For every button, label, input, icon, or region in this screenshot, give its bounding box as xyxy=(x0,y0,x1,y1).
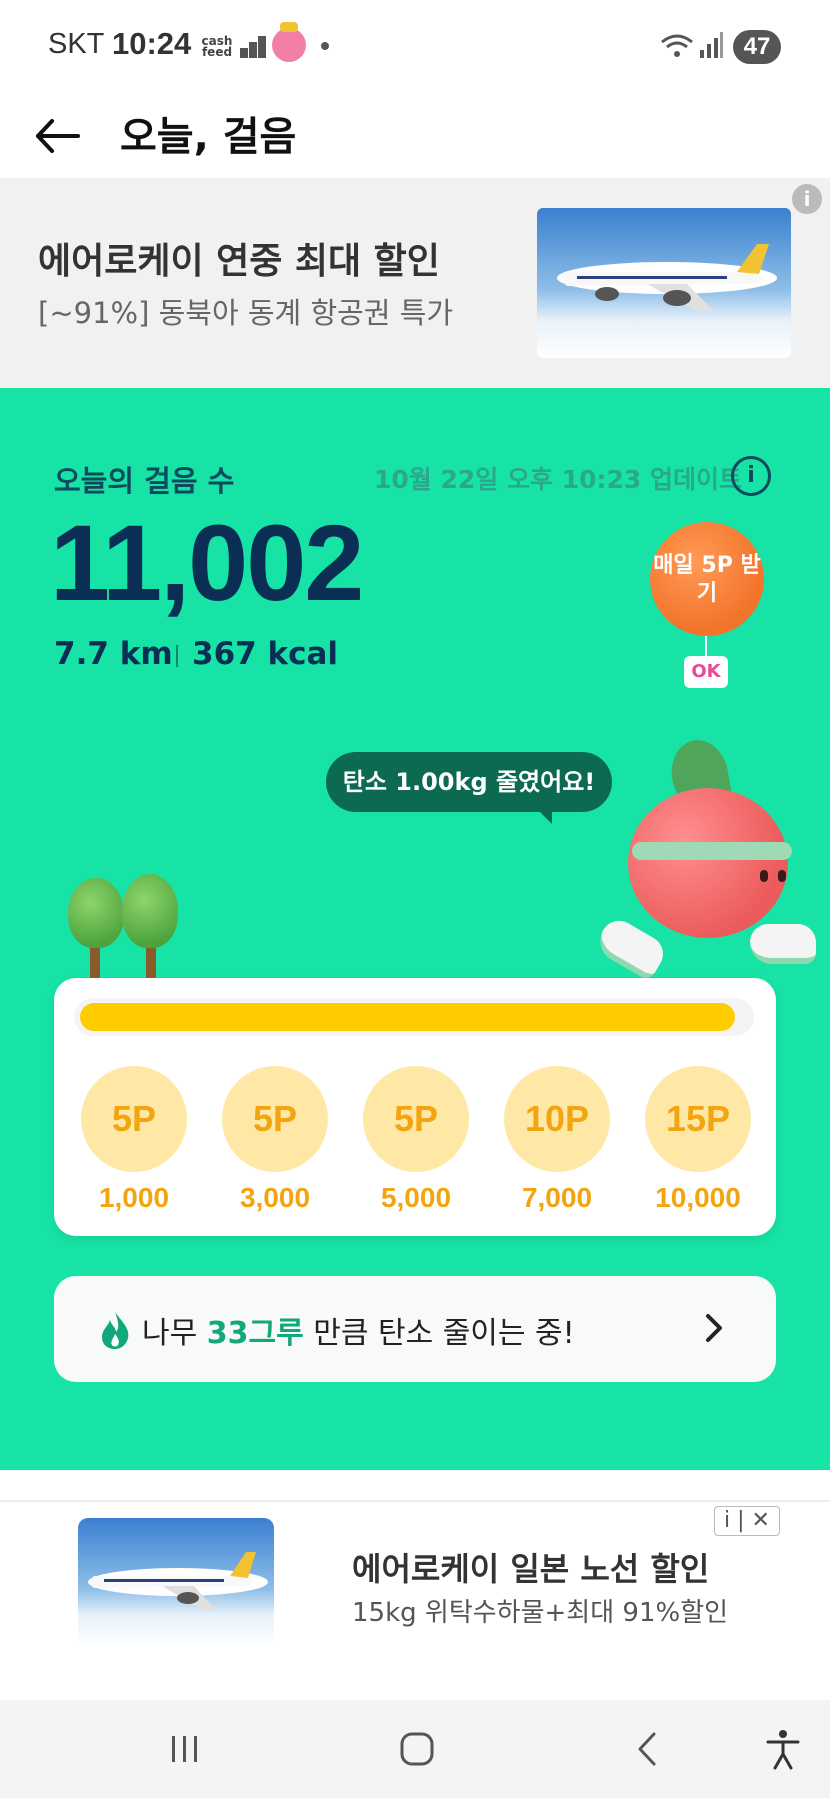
steps-label: 오늘의 걸음 수 xyxy=(54,464,235,498)
ad-title[interactable]: 에어로케이 연중 최대 할인 xyxy=(38,232,440,284)
airplane-illustration xyxy=(557,244,777,312)
top-ad-banner[interactable]: 에어로케이 연중 최대 할인 [~91%] 동북아 동계 항공권 특가 i xyxy=(0,178,830,388)
ok-cashbag-logo: OK xyxy=(684,656,728,688)
system-nav-bar xyxy=(0,1700,830,1798)
reward-points[interactable]: 10P xyxy=(504,1066,610,1172)
daily-points-balloon[interactable]: 매일 5P 받기 xyxy=(650,522,764,636)
tomato-mascot xyxy=(628,788,788,938)
piggy-notification-icon xyxy=(272,22,306,62)
reward-milestone[interactable]: 10P 7,000 xyxy=(503,1066,611,1214)
mascot-eye xyxy=(760,870,768,882)
steps-progress-fill xyxy=(80,1003,735,1031)
calories-value: 367 kcal xyxy=(192,636,339,672)
carbon-prefix: 나무 xyxy=(142,1316,207,1351)
reward-points[interactable]: 5P xyxy=(81,1066,187,1172)
carbon-speech-bubble: 탄소 1.00kg 줄였어요! xyxy=(326,752,612,812)
reward-steps-threshold: 1,000 xyxy=(98,1182,170,1213)
mascot-shoe xyxy=(750,924,816,964)
airplane-ad-image[interactable] xyxy=(537,208,791,358)
reward-steps-threshold: 3,000 xyxy=(239,1182,311,1213)
carbon-suffix: 만큼 탄소 줄이는 중! xyxy=(303,1316,575,1351)
recent-apps-icon[interactable] xyxy=(160,1724,210,1774)
ad-subtitle[interactable]: 15kg 위탁수하물+최대 91%할인 xyxy=(352,1592,728,1629)
bottom-ad-banner[interactable]: 에어로케이 일본 노선 할인 15kg 위탁수하물+최대 91%할인 i | ✕ xyxy=(0,1500,830,1700)
accessibility-icon[interactable] xyxy=(758,1724,808,1774)
steps-count: 11,002 xyxy=(50,502,364,623)
distance-value: 7.7 km xyxy=(54,636,173,672)
clock: 10:24 xyxy=(112,26,192,61)
steps-notification-icon xyxy=(240,36,266,58)
rewards-card: 5P 1,000 5P 3,000 5P 5,000 10P 7,000 15P 10,000 xyxy=(54,978,776,1236)
carbon-tree-text: 나무 33그루 만큼 탄소 줄이는 중! xyxy=(142,1308,575,1352)
status-bar: SKT 10:24 cash feed 47 xyxy=(0,0,830,92)
mascot-shoe xyxy=(592,914,670,982)
mascot-headband xyxy=(632,842,792,860)
reward-points[interactable]: 15P xyxy=(645,1066,751,1172)
back-arrow-icon[interactable] xyxy=(30,106,90,166)
reward-milestone[interactable]: 5P 1,000 xyxy=(80,1066,188,1214)
balloon-string xyxy=(705,636,707,658)
airplane-illustration xyxy=(88,1552,268,1610)
carbon-tree-card[interactable]: 나무 33그루 만큼 탄소 줄이는 중! xyxy=(54,1276,776,1382)
stat-divider xyxy=(176,645,178,667)
wifi-icon xyxy=(661,34,693,57)
tree-illustration xyxy=(68,874,178,978)
cashfeed-notification-icon: cash feed xyxy=(201,34,233,59)
reward-milestone[interactable]: 5P 3,000 xyxy=(221,1066,329,1214)
fire-icon xyxy=(102,1312,129,1349)
page-title: 오늘, 걸음 xyxy=(120,114,297,160)
chevron-right-icon[interactable] xyxy=(702,1308,728,1348)
back-nav-icon[interactable] xyxy=(624,1724,674,1774)
reward-steps-threshold: 7,000 xyxy=(521,1182,593,1213)
home-icon[interactable] xyxy=(392,1724,442,1774)
tree-count: 33그루 xyxy=(206,1316,304,1351)
info-icon[interactable]: i xyxy=(731,456,771,496)
mascot-eye xyxy=(778,870,786,882)
ad-title[interactable]: 에어로케이 일본 노선 할인 xyxy=(352,1544,709,1590)
ad-info-icon[interactable]: i xyxy=(792,184,822,214)
ad-subtitle[interactable]: [~91%] 동북아 동계 항공권 특가 xyxy=(38,290,453,332)
battery-indicator: 47 xyxy=(733,30,781,64)
speech-bubble-tail xyxy=(536,808,552,824)
more-notifications-dot xyxy=(321,42,329,50)
signal-icon xyxy=(700,32,723,58)
airplane-ad-image[interactable] xyxy=(78,1518,274,1648)
reward-points[interactable]: 5P xyxy=(363,1066,469,1172)
app-header: 오늘, 걸음 xyxy=(0,92,830,180)
reward-points[interactable]: 5P xyxy=(222,1066,328,1172)
steps-panel: 오늘의 걸음 수 10월 22일 오후 10:23 업데이트 i 11,002 … xyxy=(0,388,830,1470)
update-timestamp: 10월 22일 오후 10:23 업데이트 xyxy=(374,465,742,494)
reward-milestone[interactable]: 5P 5,000 xyxy=(362,1066,470,1214)
steps-progress-bar xyxy=(74,998,754,1036)
carrier-label: SKT xyxy=(48,28,105,60)
reward-milestone[interactable]: 15P 10,000 xyxy=(644,1066,752,1214)
reward-steps-threshold: 10,000 xyxy=(655,1182,741,1213)
ad-close-button[interactable]: i | ✕ xyxy=(714,1506,780,1536)
reward-steps-threshold: 5,000 xyxy=(380,1182,452,1213)
